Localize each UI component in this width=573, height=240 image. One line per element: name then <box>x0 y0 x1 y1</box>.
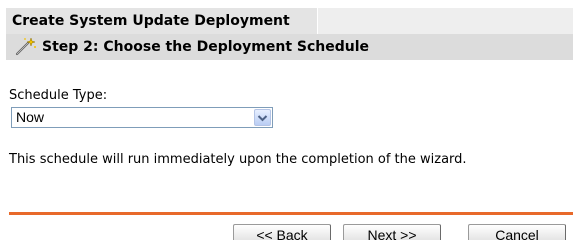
title-bar-filler <box>318 8 573 34</box>
schedule-type-value: Now <box>16 109 45 125</box>
wizard-title: Create System Update Deployment <box>6 8 318 34</box>
dropdown-arrow-icon[interactable] <box>254 109 271 126</box>
schedule-description: This schedule will run immediately upon … <box>9 152 467 167</box>
step-title: Step 2: Choose the Deployment Schedule <box>42 39 370 55</box>
schedule-type-select[interactable]: Now <box>11 107 273 128</box>
cancel-button[interactable]: Cancel <box>468 224 566 240</box>
footer-divider <box>9 212 573 215</box>
back-button[interactable]: << Back <box>233 224 331 240</box>
wizard-step-header: Step 2: Choose the Deployment Schedule <box>6 34 573 60</box>
next-button[interactable]: Next >> <box>343 224 441 240</box>
magic-wand-icon <box>14 37 38 57</box>
schedule-type-label: Schedule Type: <box>9 88 108 103</box>
wizard-title-bar: Create System Update Deployment <box>6 8 573 34</box>
wizard-panel: Create System Update Deployment Step 2: … <box>0 0 573 240</box>
